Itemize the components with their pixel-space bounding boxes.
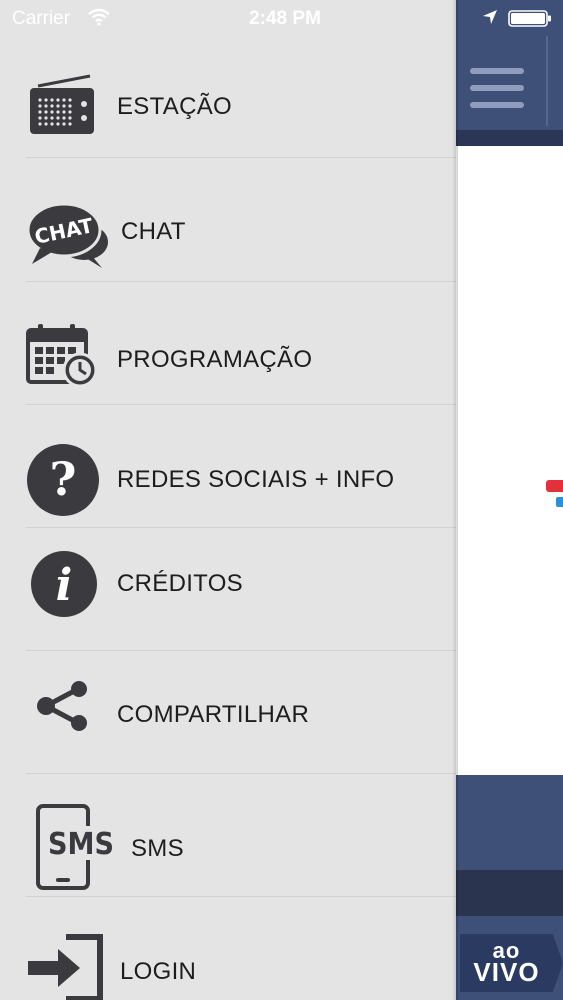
menu-item-sms[interactable]: SMS SMS (0, 774, 456, 896)
question-icon: ? (27, 444, 99, 516)
menu-label-chat: CHAT (121, 218, 186, 245)
menu-label-sms: SMS (131, 835, 184, 862)
menu-item-redes-sociais[interactable]: ? REDES SOCIAIS + INFO (0, 405, 456, 527)
top-bar-divider (546, 36, 548, 126)
menu-item-creditos[interactable]: i CRÉDITOS (0, 528, 456, 650)
menu-label-redes-sociais: REDES SOCIAIS + INFO (117, 466, 395, 493)
svg-text:?: ? (50, 452, 77, 506)
main-app-panel: ao VIVO (456, 0, 563, 1000)
menu-label-compartilhar: COMPARTILHAR (117, 701, 310, 728)
ios-status-bar: Carrier 2:48 PM (0, 0, 563, 36)
logo-fragment-red (546, 480, 563, 492)
sms-phone-icon: SMS (36, 804, 120, 890)
location-arrow-icon (483, 10, 497, 24)
menu-label-creditos: CRÉDITOS (117, 570, 243, 597)
menu-label-login: LOGIN (120, 958, 197, 985)
side-drawer-menu: ESTAÇÃO CHAT CHAT PROGRAMAÇÃO ? REDES SO… (0, 0, 456, 1000)
menu-item-compartilhar[interactable]: COMPARTILHAR (0, 651, 456, 773)
sms-icon-text: SMS (48, 827, 114, 862)
login-icon (28, 934, 103, 1000)
battery-icon (508, 10, 551, 27)
radio-icon (30, 74, 94, 134)
hamburger-menu-icon[interactable] (470, 66, 528, 110)
menu-item-chat[interactable]: CHAT CHAT (0, 158, 456, 282)
menu-item-estacao[interactable]: ESTAÇÃO (0, 62, 456, 158)
drawer-shadow (452, 0, 458, 1000)
chat-icon: CHAT (26, 202, 108, 268)
ao-vivo-line2: VIVO (473, 957, 540, 988)
player-bar-strip (456, 870, 563, 916)
menu-label-estacao: ESTAÇÃO (117, 93, 233, 120)
calendar-clock-icon (26, 324, 98, 388)
menu-item-programacao[interactable]: PROGRAMAÇÃO (0, 282, 456, 404)
menu-label-programacao: PROGRAMAÇÃO (117, 346, 313, 373)
svg-text:i: i (56, 560, 73, 611)
info-icon: i (31, 551, 97, 617)
status-time: 2:48 PM (249, 8, 321, 29)
logo-fragment-blue (556, 497, 563, 507)
ao-vivo-button[interactable]: ao VIVO (460, 934, 563, 992)
player-bar (456, 775, 563, 870)
menu-item-login[interactable]: LOGIN (0, 897, 456, 1000)
top-bar-shadow (456, 130, 563, 146)
share-icon (37, 681, 87, 731)
